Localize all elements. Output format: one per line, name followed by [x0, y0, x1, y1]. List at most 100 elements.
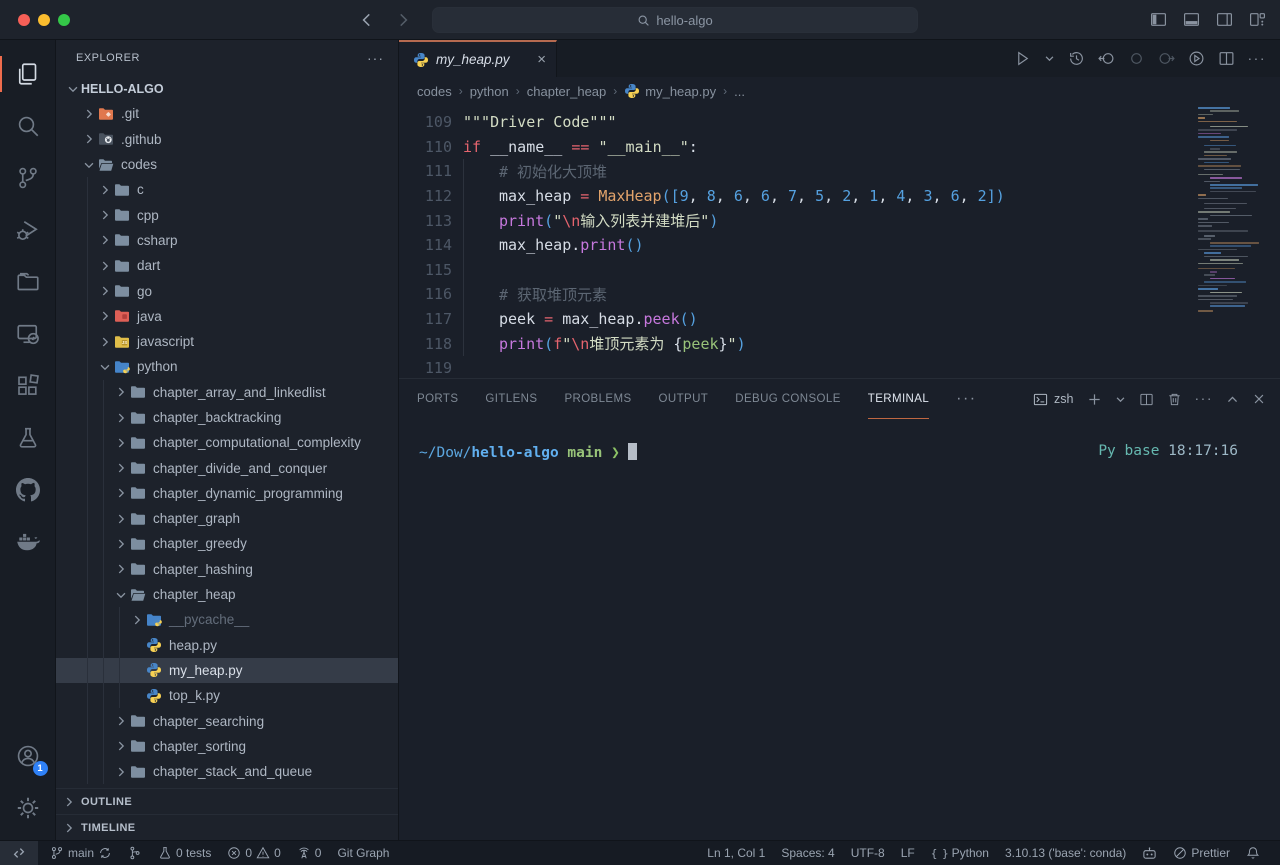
activity-extensions[interactable] — [0, 360, 56, 412]
status-problems[interactable]: 00 — [219, 841, 288, 865]
layout-customize-icon[interactable] — [1249, 11, 1266, 28]
chevron-right-icon[interactable] — [96, 233, 113, 247]
activity-github[interactable] — [0, 464, 56, 516]
terminal-instance-zsh[interactable]: zsh — [1033, 392, 1073, 407]
plus-icon[interactable] — [1087, 392, 1102, 407]
activity-source-control[interactable] — [0, 152, 56, 204]
split-editor-icon[interactable] — [1218, 50, 1235, 67]
layout-panel-icon[interactable] — [1183, 11, 1200, 28]
chevron-right-icon[interactable] — [112, 461, 129, 475]
tree-item-python[interactable]: python — [56, 354, 398, 379]
code-line-115[interactable]: 115 — [399, 258, 1280, 283]
more-icon[interactable]: ··· — [1195, 390, 1214, 408]
tree-item-my-heap-py[interactable]: my_heap.py — [56, 658, 398, 683]
chevron-right-icon[interactable] — [96, 284, 113, 298]
tree-item-c[interactable]: c — [56, 177, 398, 202]
explorer-more-actions-icon[interactable]: ··· — [367, 50, 384, 66]
trash-icon[interactable] — [1167, 392, 1182, 407]
breadcrumb--[interactable]: ... — [734, 84, 745, 99]
chevron-right-icon[interactable] — [112, 436, 129, 450]
tree-item-chapter-heap[interactable]: chapter_heap — [56, 582, 398, 607]
tree-item-chapter-backtracking[interactable]: chapter_backtracking — [56, 405, 398, 430]
activity-docker[interactable] — [0, 516, 56, 568]
chevron-right-icon[interactable] — [112, 537, 129, 551]
go-forward-dim-icon[interactable] — [1158, 50, 1175, 67]
activity-remote-explorer[interactable] — [0, 308, 56, 360]
panel-tab-ports[interactable]: PORTS — [417, 379, 458, 419]
breadcrumb-python[interactable]: python — [470, 84, 509, 99]
tree-item--github[interactable]: .github — [56, 127, 398, 152]
activity-testing[interactable] — [0, 412, 56, 464]
tree-item-chapter-array-and-linkedlist[interactable]: chapter_array_and_linkedlist — [56, 380, 398, 405]
status-git-branch[interactable]: main — [42, 841, 120, 865]
code-line-114[interactable]: 114max_heap.print() — [399, 233, 1280, 258]
tree-item-go[interactable]: go — [56, 278, 398, 303]
code-line-117[interactable]: 117peek = max_heap.peek() — [399, 307, 1280, 332]
activity-explorer[interactable] — [0, 48, 56, 100]
code-line-116[interactable]: 116# 获取堆顶元素 — [399, 282, 1280, 307]
breadcrumb-chapter-heap[interactable]: chapter_heap — [527, 84, 607, 99]
tree-item-hello-algo[interactable]: HELLO-ALGO — [56, 76, 398, 101]
chevron-right-icon[interactable] — [112, 562, 129, 576]
history-back-icon[interactable] — [358, 11, 376, 29]
circle-dim-icon[interactable] — [1128, 50, 1145, 67]
panel-tabs-more-icon[interactable]: ··· — [956, 390, 976, 408]
status-cursor-position[interactable]: Ln 1, Col 1 — [699, 841, 773, 865]
chevron-right-icon[interactable] — [96, 259, 113, 273]
layout-sidebar-left-icon[interactable] — [1150, 11, 1167, 28]
split-panel-icon[interactable] — [1139, 392, 1154, 407]
code-line-119[interactable]: 119 — [399, 356, 1280, 378]
go-back-icon[interactable] — [1098, 50, 1115, 67]
chevron-right-icon[interactable] — [96, 335, 113, 349]
terminal[interactable]: ~/Dow/hello-algo main ❯ Py base 18:17:16 — [399, 419, 1280, 840]
panel-tab-output[interactable]: OUTPUT — [659, 379, 709, 419]
status-ports[interactable]: 0 — [289, 841, 330, 865]
history-icon[interactable] — [1068, 50, 1085, 67]
status-tests[interactable]: 0 tests — [150, 841, 219, 865]
chevron-down-icon[interactable] — [80, 158, 97, 172]
tree-item--pycache-[interactable]: __pycache__ — [56, 607, 398, 632]
tree-item-chapter-sorting[interactable]: chapter_sorting — [56, 734, 398, 759]
zoom-window-button[interactable] — [58, 14, 70, 26]
minimap[interactable] — [1198, 107, 1264, 339]
run-icon[interactable] — [1014, 50, 1031, 67]
close-window-button[interactable] — [18, 14, 30, 26]
tree-item-javascript[interactable]: JSjavascript — [56, 329, 398, 354]
code-line-111[interactable]: 111# 初始化大顶堆 — [399, 159, 1280, 184]
chevron-down-icon[interactable] — [112, 588, 129, 602]
panel-tab-terminal[interactable]: TERMINAL — [868, 379, 929, 419]
status-git-graph[interactable]: Git Graph — [329, 841, 397, 865]
status-language-mode[interactable]: { }Python — [923, 841, 997, 865]
tree-item-chapter-stack-and-queue[interactable]: chapter_stack_and_queue — [56, 759, 398, 784]
terminal-icon[interactable] — [1033, 392, 1048, 407]
tree-item--git[interactable]: .git — [56, 101, 398, 126]
chevron-right-icon[interactable] — [112, 765, 129, 779]
chevron-right-icon[interactable] — [112, 512, 129, 526]
chevron-right-icon[interactable] — [80, 107, 97, 121]
chevron-right-icon[interactable] — [80, 132, 97, 146]
layout-sidebar-right-icon[interactable] — [1216, 11, 1233, 28]
chevron-right-icon[interactable] — [112, 385, 129, 399]
section-timeline[interactable]: TIMELINE — [56, 814, 398, 840]
chevron-right-icon[interactable] — [96, 183, 113, 197]
close-icon[interactable] — [1252, 392, 1266, 406]
status-python-interpreter[interactable]: 3.10.13 ('base': conda) — [997, 841, 1134, 865]
activity-accounts[interactable]: 1 — [0, 730, 56, 782]
activity-file-folder[interactable] — [0, 256, 56, 308]
panel-tab-gitlens[interactable]: GITLENS — [485, 379, 537, 419]
tree-item-cpp[interactable]: cpp — [56, 202, 398, 227]
panel-tab-problems[interactable]: PROBLEMS — [564, 379, 631, 419]
tree-item-chapter-graph[interactable]: chapter_graph — [56, 506, 398, 531]
code-editor[interactable]: 109"""Driver Code"""110if __name__ == "_… — [399, 105, 1280, 378]
chevron-right-icon[interactable] — [96, 309, 113, 323]
chevron-down-icon[interactable] — [96, 360, 113, 374]
panel-tab-debug-console[interactable]: DEBUG CONSOLE — [735, 379, 841, 419]
chevron-down-icon[interactable] — [1044, 53, 1055, 64]
tree-item-codes[interactable]: codes — [56, 152, 398, 177]
breadcrumb-codes[interactable]: codes — [417, 84, 452, 99]
status-remote-indicator[interactable] — [0, 841, 38, 865]
status-prettier[interactable]: Prettier — [1165, 841, 1238, 865]
code-line-110[interactable]: 110if __name__ == "__main__": — [399, 135, 1280, 160]
chevron-right-icon[interactable] — [112, 714, 129, 728]
chevron-down-icon[interactable] — [1115, 394, 1126, 405]
